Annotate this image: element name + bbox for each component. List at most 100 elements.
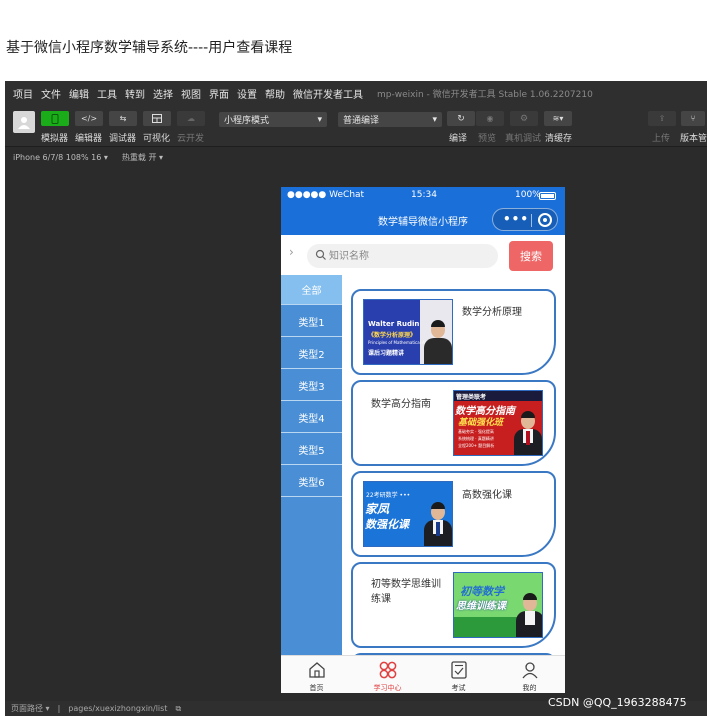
copy-icon[interactable]: ⧉ xyxy=(175,704,181,714)
menu-item-help[interactable]: 帮助 xyxy=(265,86,285,101)
menu-item-select[interactable]: 选择 xyxy=(153,86,173,101)
upload-label: 上传 xyxy=(652,134,671,144)
layout-icon xyxy=(152,114,162,123)
clock: 15:34 xyxy=(411,190,437,200)
capsule-menu[interactable]: ••• xyxy=(492,208,558,231)
menu-item-settings[interactable]: 设置 xyxy=(237,86,257,101)
user-icon xyxy=(522,662,538,679)
category-sidebar: 全部 类型1 类型2 类型3 类型4 类型5 类型6 xyxy=(281,275,342,655)
menu-item-file[interactable]: 文件 xyxy=(41,86,61,101)
tab-exam[interactable]: 考试 xyxy=(423,656,494,693)
search-button[interactable]: 搜索 xyxy=(509,241,553,271)
course-card[interactable]: Walter Rudin 《数学分析原理》 Principles of Math… xyxy=(351,289,556,375)
page-path: pages/xuexizhongxin/list xyxy=(68,704,168,713)
menu-item-view[interactable]: 视图 xyxy=(181,86,201,101)
tab-mine[interactable]: 我的 xyxy=(494,656,565,693)
nav-bar: 数学辅导微信小程序 ••• xyxy=(281,204,565,235)
cloud-label: 云开发 xyxy=(177,134,205,144)
tab-label: 我的 xyxy=(522,684,537,692)
cover-tag: 思维训练课 xyxy=(456,601,506,612)
menu-item-tools[interactable]: 工具 xyxy=(97,86,117,101)
course-card[interactable]: 数学高分指南 管理类联考 数学高分指南 基础强化班 基础夯实 · 强化提高 系统… xyxy=(351,380,556,466)
debugger-label: 调试器 xyxy=(109,134,137,144)
debugger-button[interactable]: ⇆ xyxy=(109,111,137,126)
watermark: CSDN @QQ_1963288475 xyxy=(548,696,687,709)
search-box[interactable] xyxy=(307,244,498,268)
chevron-down-icon: ▾ xyxy=(432,114,437,125)
category-type-3[interactable]: 类型3 xyxy=(281,371,342,401)
simulator-bar: iPhone 6/7/8 108% 16 ▾ 热重载 开 ▾ xyxy=(5,148,707,166)
real-debug-button[interactable]: ⚙ xyxy=(510,111,538,126)
category-type-4[interactable]: 类型4 xyxy=(281,403,342,433)
page-path-label[interactable]: 页面路径 ▾ xyxy=(11,703,50,714)
cover-tag: 课后习题精讲 xyxy=(368,350,405,357)
simulator-label: 模拟器 xyxy=(41,134,69,144)
tab-study-center[interactable]: 学习中心 xyxy=(352,656,423,693)
menu-item-project[interactable]: 项目 xyxy=(13,86,33,101)
menu-item-wechat-devtools[interactable]: 微信开发者工具 xyxy=(293,86,363,101)
mode-select-value: 小程序模式 xyxy=(224,116,270,126)
layers-icon: ≋▾ xyxy=(552,114,564,123)
course-cover: 22考研数学 ••• 家凤 数强化课 xyxy=(363,481,453,547)
cover-tag: 数强化课 xyxy=(365,518,409,531)
phone-simulator: ●●●●● WeChat 15:34 100% 数学辅导微信小程序 ••• › … xyxy=(281,187,565,693)
eye-icon: ◉ xyxy=(486,114,494,123)
category-type-1[interactable]: 类型1 xyxy=(281,307,342,337)
cover-title: 22考研数学 ••• xyxy=(366,492,411,499)
device-select[interactable]: iPhone 6/7/8 108% 16 ▾ xyxy=(13,153,108,162)
course-name: 数学高分指南 xyxy=(371,399,431,410)
category-all[interactable]: 全部 xyxy=(281,275,342,305)
real-debug-label: 真机调试 xyxy=(505,134,542,144)
tab-label: 考试 xyxy=(451,684,466,692)
search-row: › 搜索 xyxy=(281,235,565,273)
clear-cache-label: 清缓存 xyxy=(545,134,573,144)
tab-home[interactable]: 首页 xyxy=(281,656,352,693)
search-icon xyxy=(315,249,326,260)
compile-button[interactable]: ↻ xyxy=(447,111,475,126)
page-title: 基于微信小程序数学辅导系统----用户查看课程 xyxy=(6,40,293,56)
upload-icon: ⇪ xyxy=(658,114,666,123)
compile-select[interactable]: 普通编译 ▾ xyxy=(338,112,442,127)
home-icon xyxy=(309,662,325,678)
more-icon[interactable]: ••• xyxy=(503,212,529,226)
close-mini-program-icon[interactable] xyxy=(538,213,552,227)
mode-select[interactable]: 小程序模式 ▾ xyxy=(219,112,327,127)
category-type-6[interactable]: 类型6 xyxy=(281,467,342,497)
cover-title: 管理类联考 xyxy=(456,394,487,401)
visual-button[interactable] xyxy=(143,111,171,126)
upload-button[interactable]: ⇪ xyxy=(648,111,676,126)
avatar[interactable] xyxy=(13,111,35,133)
clear-cache-button[interactable]: ≋▾ xyxy=(544,111,572,126)
course-cover: 管理类联考 数学高分指南 基础强化班 基础夯实 · 强化提高 系统梳理 · 真题… xyxy=(453,390,543,456)
preview-button[interactable]: ◉ xyxy=(476,111,504,126)
cover-notes: 全程200+ 题目解析 xyxy=(458,443,495,448)
cloud-button[interactable]: ☁ xyxy=(177,111,205,126)
tab-label: 首页 xyxy=(309,684,324,692)
tab-bar: 首页 学习中心 考试 我的 xyxy=(281,655,565,693)
menu-item-interface[interactable]: 界面 xyxy=(209,86,229,101)
chevron-right-icon[interactable]: › xyxy=(289,245,294,259)
battery-percent: 100% xyxy=(515,190,541,200)
course-card[interactable]: 22考研数学 ••• 家凤 数强化课 高数强化课 xyxy=(351,471,556,557)
version-button[interactable]: ⑂ xyxy=(681,111,705,126)
search-input[interactable] xyxy=(329,248,489,264)
course-cover: 初等数学 思维训练课 xyxy=(453,572,543,638)
cover-title: Walter Rudin xyxy=(368,320,420,328)
category-type-2[interactable]: 类型2 xyxy=(281,339,342,369)
menu-item-edit[interactable]: 编辑 xyxy=(69,86,89,101)
editor-button[interactable]: </> xyxy=(75,111,103,126)
cover-notes: 基础夯实 · 强化提高 xyxy=(458,429,494,434)
gear-icon: ⚙ xyxy=(519,113,529,124)
simulator-button[interactable] xyxy=(41,111,69,126)
menu-bar: 项目 文件 编辑 工具 转到 选择 视图 界面 设置 帮助 微信开发者工具 mp… xyxy=(5,81,707,105)
window-title: mp-weixin - 微信开发者工具 Stable 1.06.2207210 xyxy=(377,89,593,100)
hot-reload-toggle[interactable]: 热重载 开 ▾ xyxy=(122,152,163,163)
phone-icon xyxy=(51,113,59,124)
toolbar: </> ⇆ ☁ 模拟器 编辑器 调试器 可视化 云开发 小程序模式 ▾ 普通编译… xyxy=(5,105,707,147)
category-type-5[interactable]: 类型5 xyxy=(281,435,342,465)
course-card[interactable]: 初等数学思维训练课 初等数学 思维训练课 xyxy=(351,562,556,648)
code-icon: </> xyxy=(80,114,98,123)
compile-label: 编译 xyxy=(449,134,468,144)
menu-item-goto[interactable]: 转到 xyxy=(125,86,145,101)
grid-icon xyxy=(379,661,397,679)
